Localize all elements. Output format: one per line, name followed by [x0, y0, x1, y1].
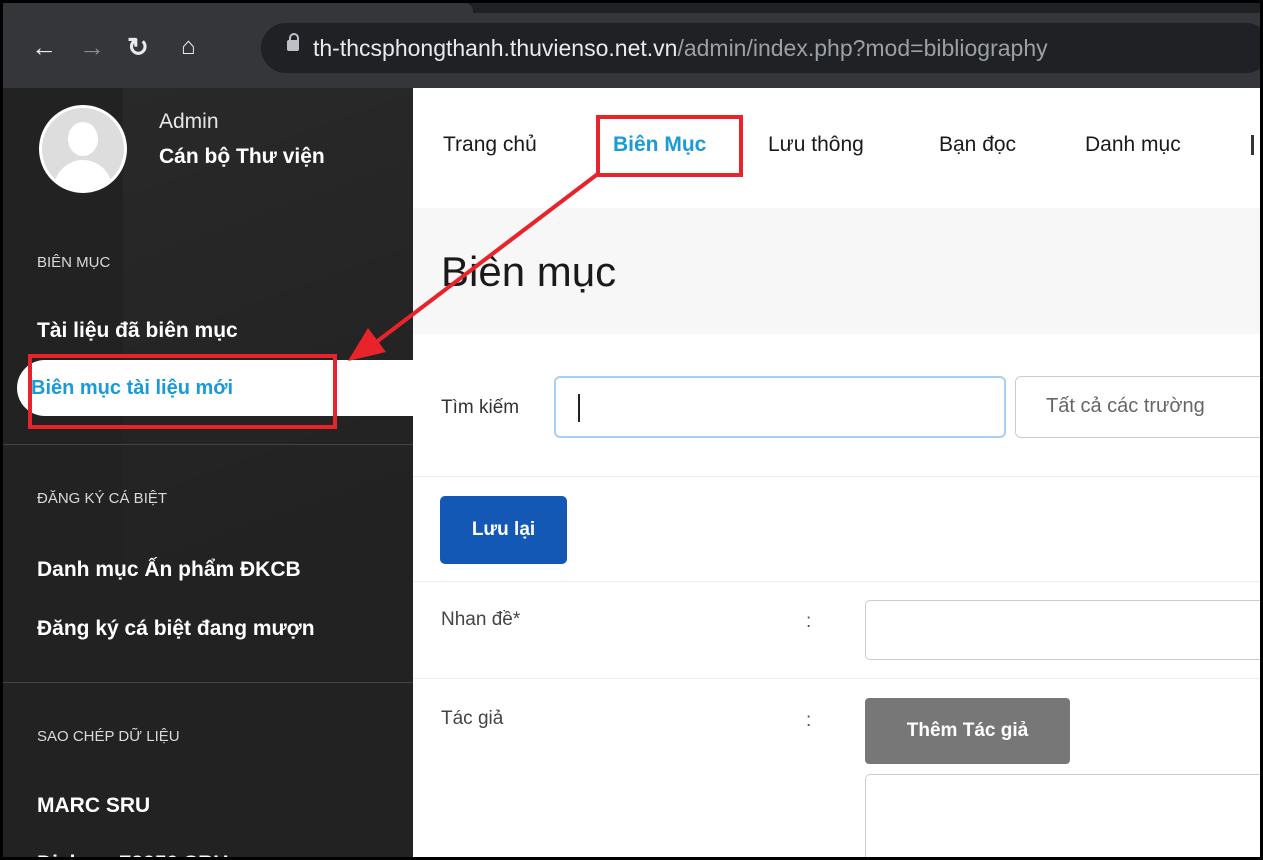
main-content: Trang chủ Biên Mục Lưu thông Bạn đọc Dan… — [413, 88, 1260, 857]
sidebar-divider — [3, 682, 413, 683]
text-cursor — [578, 394, 580, 422]
annotation-box-sidebar — [28, 354, 337, 429]
save-button[interactable]: Lưu lại — [440, 496, 567, 564]
nav-ban-doc[interactable]: Bạn đọc — [939, 133, 1016, 157]
browser-toolbar: ← → ↻ ⌂ th-thcsphongthanh.thuvienso.net.… — [3, 3, 1260, 88]
search-input[interactable] — [554, 376, 1006, 438]
nav-trang-chu[interactable]: Trang chủ — [443, 133, 537, 157]
lock-icon[interactable] — [287, 33, 299, 51]
author-colon: : — [806, 710, 812, 731]
form-row-author: Tác giả : Thêm Tác giả — [413, 678, 1260, 857]
sidebar-item-dang-ky-ca-biet-dang-muon[interactable]: Đăng ký cá biệt đang mượn — [37, 617, 315, 641]
url-path: /admin/index.php?mod=bibliography — [677, 35, 1048, 61]
user-name: Admin — [159, 110, 219, 133]
author-label: Tác giả — [441, 708, 504, 729]
nav-luu-thong[interactable]: Lưu thông — [768, 133, 864, 157]
page-title: Biên mục — [441, 248, 617, 295]
top-navigation: Trang chủ Biên Mục Lưu thông Bạn đọc Dan… — [413, 88, 1260, 208]
screenshot-frame: ← → ↻ ⌂ th-thcsphongthanh.thuvienso.net.… — [0, 0, 1263, 860]
form-row-title: Nhan đề* : — [413, 581, 1260, 679]
active-tab[interactable] — [3, 3, 473, 13]
search-field-select-value: Tất cả các trường — [1046, 395, 1205, 417]
title-colon: : — [806, 611, 812, 632]
annotation-box-topnav — [596, 115, 743, 177]
add-author-button[interactable]: Thêm Tác giả — [865, 698, 1070, 764]
search-label: Tìm kiếm — [441, 397, 520, 418]
section-title-sao-chep-du-lieu: SAO CHÉP DỮ LIỆU — [37, 728, 180, 745]
sidebar-divider — [3, 444, 413, 445]
url-text[interactable]: th-thcsphongthanh.thuvienso.net.vn/admin… — [313, 35, 1048, 62]
avatar[interactable] — [39, 105, 127, 193]
tab-strip — [3, 3, 1260, 13]
nav-overflow-item[interactable] — [1251, 135, 1254, 155]
page-header: Biên mục — [413, 208, 1260, 335]
user-role: Cán bộ Thư viện — [159, 145, 325, 168]
reload-icon[interactable]: ↻ — [127, 33, 149, 61]
forward-icon[interactable]: → — [79, 33, 105, 61]
search-field-select[interactable]: Tất cả các trường — [1015, 376, 1260, 438]
save-row: Lưu lại — [413, 476, 1260, 582]
back-icon[interactable]: ← — [31, 33, 57, 61]
url-host: th-thcsphongthanh.thuvienso.net.vn — [313, 35, 678, 61]
sidebar-item-danh-muc-an-pham[interactable]: Danh mục Ấn phẩm ĐKCB — [37, 558, 301, 582]
title-label: Nhan đề* — [441, 609, 521, 630]
avatar-body — [54, 160, 112, 190]
address-bar[interactable]: th-thcsphongthanh.thuvienso.net.vn/admin… — [261, 23, 1260, 73]
sidebar-item-tai-lieu-da-bien-muc[interactable]: Tài liệu đã biên mục — [37, 319, 238, 343]
home-icon[interactable]: ⌂ — [181, 33, 196, 61]
sidebar: Admin Cán bộ Thư viện BIÊN MỤC Tài liệu … — [3, 88, 413, 857]
avatar-head — [68, 122, 98, 156]
sidebar-item-marc-sru[interactable]: MARC SRU — [37, 794, 150, 818]
title-input[interactable] — [865, 600, 1260, 660]
section-title-bien-muc: BIÊN MỤC — [37, 254, 111, 271]
nav-danh-muc[interactable]: Danh mục — [1085, 133, 1181, 157]
section-title-dang-ky-ca-biet: ĐĂNG KÝ CÁ BIỆT — [37, 490, 168, 507]
author-list-box[interactable] — [865, 774, 1260, 857]
search-row: Tìm kiếm Tất cả các trường — [413, 334, 1260, 477]
sidebar-item-z3950-sru[interactable]: Dịch vụ Z3950 SRU — [37, 852, 228, 857]
